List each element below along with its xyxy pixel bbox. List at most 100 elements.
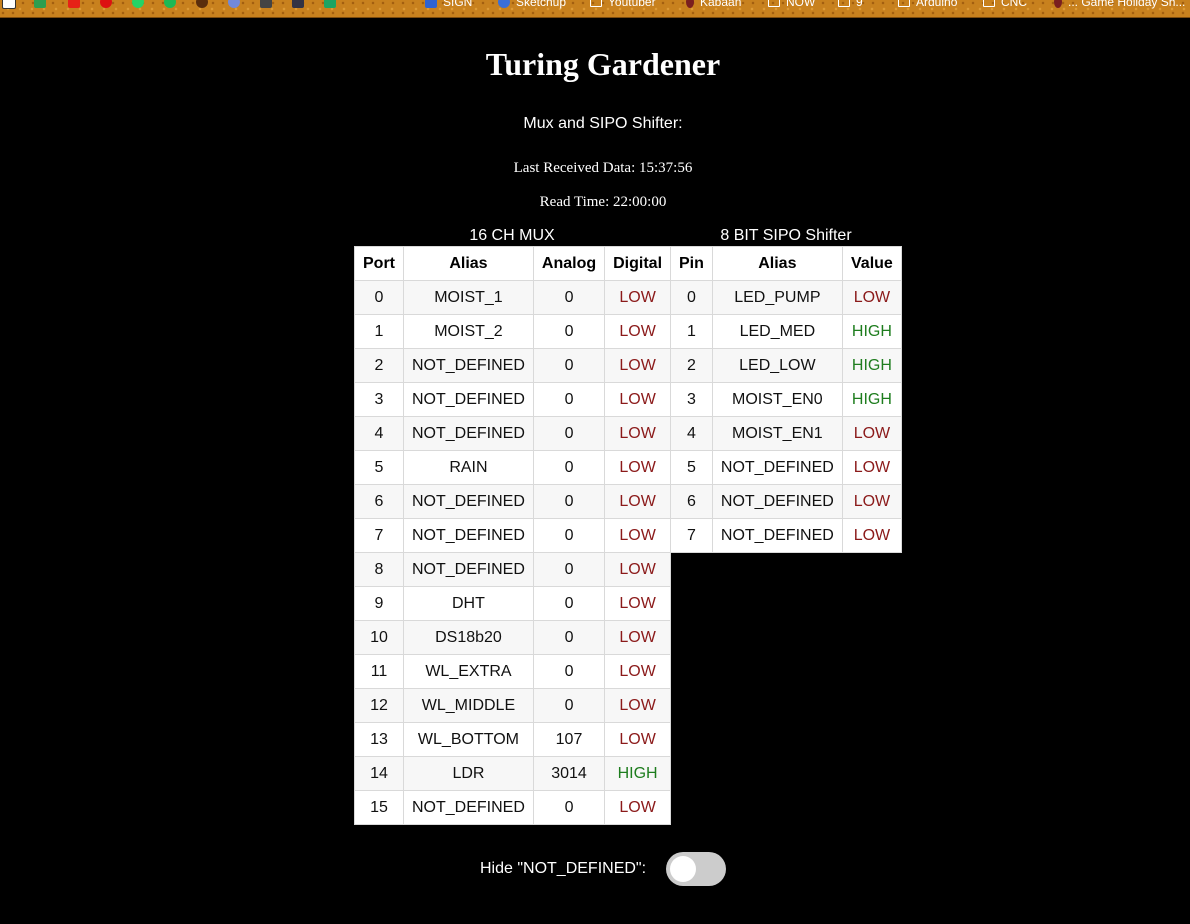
mux-cell-alias: NOT_DEFINED	[403, 416, 534, 451]
pin-icon	[686, 0, 694, 8]
bookmark-label: Youtuber	[608, 0, 656, 9]
sipo-cell-alias: LED_PUMP	[711, 280, 843, 315]
mux-cell-analog: 0	[532, 552, 606, 587]
folder-icon	[838, 0, 850, 7]
ship-icon	[292, 0, 304, 8]
sipo-cell-alias: LED_MED	[711, 314, 843, 349]
sipo-header-row: Pin Alias Value	[670, 246, 903, 281]
sketchup-icon	[498, 0, 510, 8]
bookmark-9[interactable]: 9	[838, 0, 863, 10]
mux-cell-analog: 0	[532, 484, 606, 519]
mux-table: Port Alias Analog Digital 0 MOIST_1 0 LOW 1 M…	[354, 246, 672, 825]
mux-cell-digital: LOW	[604, 586, 672, 621]
bookmark-label: Sketchup	[516, 0, 567, 9]
mux-cell-alias: NOT_DEFINED	[403, 382, 534, 417]
youtube-icon	[68, 0, 80, 8]
bookmark-item[interactable]	[260, 0, 278, 10]
sipo-cell-pin: 7	[670, 518, 713, 553]
folder-icon	[768, 0, 780, 7]
pin-icon	[1054, 0, 1062, 8]
pin-icon	[100, 0, 112, 8]
mux-cell-alias: NOT_DEFINED	[403, 348, 534, 383]
sipo-cell-pin: 4	[670, 416, 713, 451]
bookmark-label: CNC	[1001, 0, 1027, 9]
sipo-cell-value: LOW	[841, 416, 903, 451]
bookmark-item[interactable]	[100, 0, 118, 10]
mux-header-port: Port	[354, 246, 404, 281]
mux-cell-digital: LOW	[604, 620, 672, 655]
hide-not-defined-label: Hide "NOT_DEFINED":	[480, 860, 647, 877]
mux-cell-analog: 0	[532, 450, 606, 485]
bookmark-cnc[interactable]: CNC	[983, 0, 1027, 10]
bookmark-arduino[interactable]: Arduino	[898, 0, 957, 10]
bookmark-item[interactable]	[34, 0, 52, 10]
mux-cell-digital: LOW	[604, 518, 672, 553]
page-subtitle: Mux and SIPO Shifter:	[523, 115, 683, 132]
mux-table-row: 15 NOT_DEFINED 0 LOW	[354, 790, 672, 825]
mux-cell-alias: DS18b20	[403, 620, 534, 655]
mux-cell-alias: MOIST_1	[403, 280, 534, 315]
sipo-cell-pin: 5	[670, 450, 713, 485]
mux-cell-analog: 3014	[532, 756, 606, 791]
sipo-cell-pin: 3	[670, 382, 713, 417]
sipo-table-row: 1 LED_MED HIGH	[670, 314, 903, 349]
bookmark-sign[interactable]: SIGN	[425, 0, 472, 10]
sipo-cell-value: HIGH	[841, 314, 903, 349]
bookmark-label: NOW	[786, 0, 816, 9]
mux-table-row: 4 NOT_DEFINED 0 LOW	[354, 416, 672, 451]
sipo-cell-alias: MOIST_EN0	[711, 382, 843, 417]
mux-cell-analog: 0	[532, 416, 606, 451]
hide-not-defined-row: Hide "NOT_DEFINED":	[480, 852, 727, 886]
mux-cell-port: 12	[354, 688, 404, 723]
bookmark-item[interactable]	[324, 0, 342, 10]
bookmark-item[interactable]	[2, 0, 22, 10]
mux-header-analog: Analog	[532, 246, 606, 281]
mux-header-alias: Alias	[403, 246, 534, 281]
sipo-cell-value: HIGH	[841, 382, 903, 417]
bookmark-sketchup[interactable]: Sketchup	[498, 0, 566, 10]
sipo-cell-value: LOW	[841, 518, 903, 553]
mux-table-row: 2 NOT_DEFINED 0 LOW	[354, 348, 672, 383]
sheets-icon	[324, 0, 336, 8]
mux-table-row: 14 LDR 3014 HIGH	[354, 756, 672, 791]
bookmark-now[interactable]: NOW	[768, 0, 815, 10]
bookmark-item[interactable]	[292, 0, 310, 10]
bookmark-item[interactable]	[228, 0, 246, 10]
mux-cell-alias: DHT	[403, 586, 534, 621]
mux-cell-port: 0	[354, 280, 404, 315]
mux-table-row: 5 RAIN 0 LOW	[354, 450, 672, 485]
mux-cell-digital: LOW	[604, 348, 672, 383]
mux-cell-digital: LOW	[604, 688, 672, 723]
sipo-cell-value: LOW	[841, 280, 903, 315]
mux-cell-port: 15	[354, 790, 404, 825]
mux-cell-alias: MOIST_2	[403, 314, 534, 349]
mux-cell-digital: HIGH	[604, 756, 672, 791]
bookmark-game-holiday[interactable]: ... Game Holiday Sh...	[1054, 0, 1185, 10]
mux-cell-digital: LOW	[604, 382, 672, 417]
sipo-table-row: 4 MOIST_EN1 LOW	[670, 416, 903, 451]
sipo-cell-pin: 1	[670, 314, 713, 349]
globe-icon	[196, 0, 208, 8]
bookmark-youtuber[interactable]: Youtuber	[590, 0, 656, 10]
bookmark-item[interactable]	[164, 0, 182, 10]
mux-cell-digital: LOW	[604, 314, 672, 349]
mux-table-row: 6 NOT_DEFINED 0 LOW	[354, 484, 672, 519]
bookmark-item[interactable]	[132, 0, 150, 10]
mux-table-row: 8 NOT_DEFINED 0 LOW	[354, 552, 672, 587]
mux-cell-digital: LOW	[604, 450, 672, 485]
hide-not-defined-toggle[interactable]	[666, 852, 727, 886]
mux-header-row: Port Alias Analog Digital	[354, 246, 672, 281]
mux-cell-alias: WL_EXTRA	[403, 654, 534, 689]
sipo-cell-pin: 6	[670, 484, 713, 519]
bookmark-item[interactable]	[196, 0, 214, 10]
mux-cell-port: 10	[354, 620, 404, 655]
mux-cell-alias: NOT_DEFINED	[403, 484, 534, 519]
page-title: Turing Gardener	[485, 46, 721, 82]
bookmark-label: ... Game Holiday Sh...	[1068, 0, 1186, 9]
spotify-icon	[164, 0, 176, 8]
sipo-cell-alias: LED_LOW	[711, 348, 843, 383]
game-icon	[260, 0, 272, 8]
bookmark-item[interactable]	[68, 0, 86, 10]
bookmark-kabaan[interactable]: Kabaan	[686, 0, 741, 10]
bookmark-label: 9	[856, 0, 863, 9]
